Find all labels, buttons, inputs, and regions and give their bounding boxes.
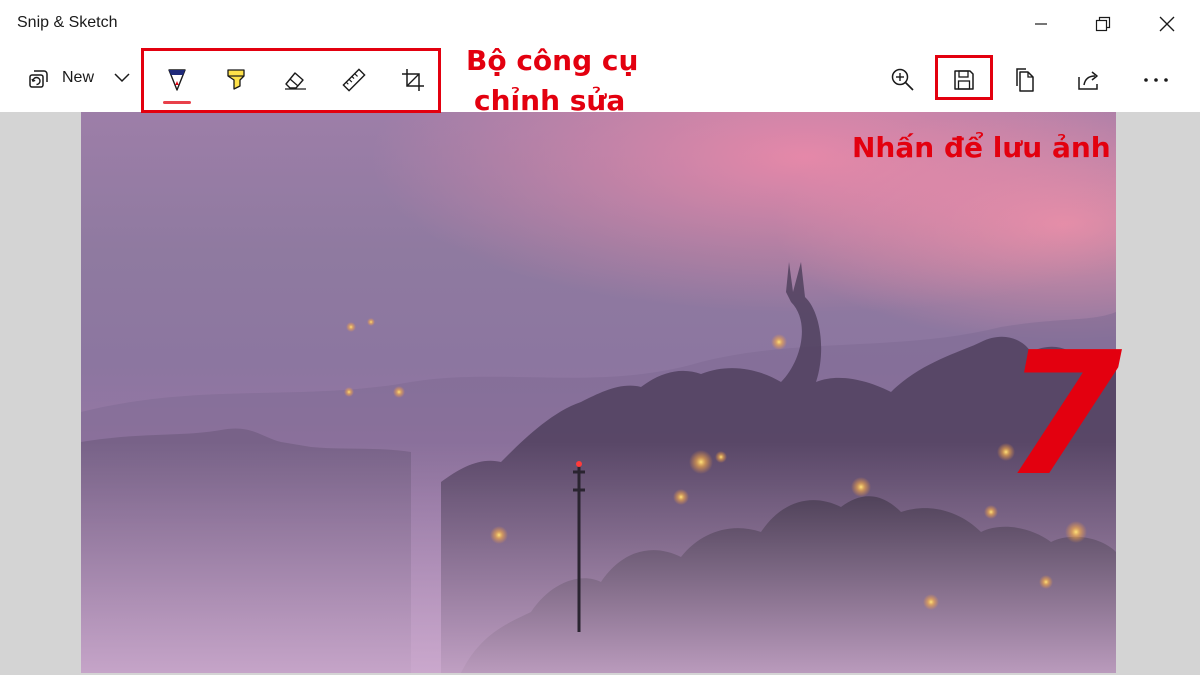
copy-icon <box>1016 68 1034 92</box>
more-icon <box>1144 78 1168 82</box>
close-button[interactable] <box>1137 4 1197 44</box>
new-label: New <box>62 69 95 86</box>
maximize-button[interactable] <box>1073 4 1133 44</box>
chevron-down-icon[interactable] <box>114 71 130 83</box>
app-title: Snip & Sketch <box>17 14 118 31</box>
maximize-icon <box>1095 16 1111 32</box>
tools-annotation-line2: chỉnh sửa <box>474 84 626 117</box>
save-highlight-box <box>935 55 993 100</box>
save-annotation: Nhấn để lưu ảnh <box>852 131 1111 164</box>
tools-annotation-line1: Bộ công cụ <box>466 44 639 77</box>
zoom-in-icon <box>891 68 914 91</box>
title-bar: Snip & Sketch <box>0 0 1200 48</box>
minimize-icon <box>1035 23 1047 25</box>
new-snip-button[interactable]: New <box>20 60 140 96</box>
step-number: 7 <box>1004 316 1123 514</box>
minimize-button[interactable] <box>1011 4 1071 44</box>
see-more-button[interactable] <box>1134 60 1178 100</box>
snip-image <box>81 112 1116 673</box>
zoom-button[interactable] <box>881 60 925 100</box>
copy-button[interactable] <box>1003 60 1047 100</box>
tools-highlight-box <box>141 48 441 113</box>
share-icon <box>1078 71 1098 90</box>
close-icon <box>1159 16 1175 32</box>
share-button[interactable] <box>1067 60 1111 100</box>
new-snip-icon <box>29 70 48 88</box>
